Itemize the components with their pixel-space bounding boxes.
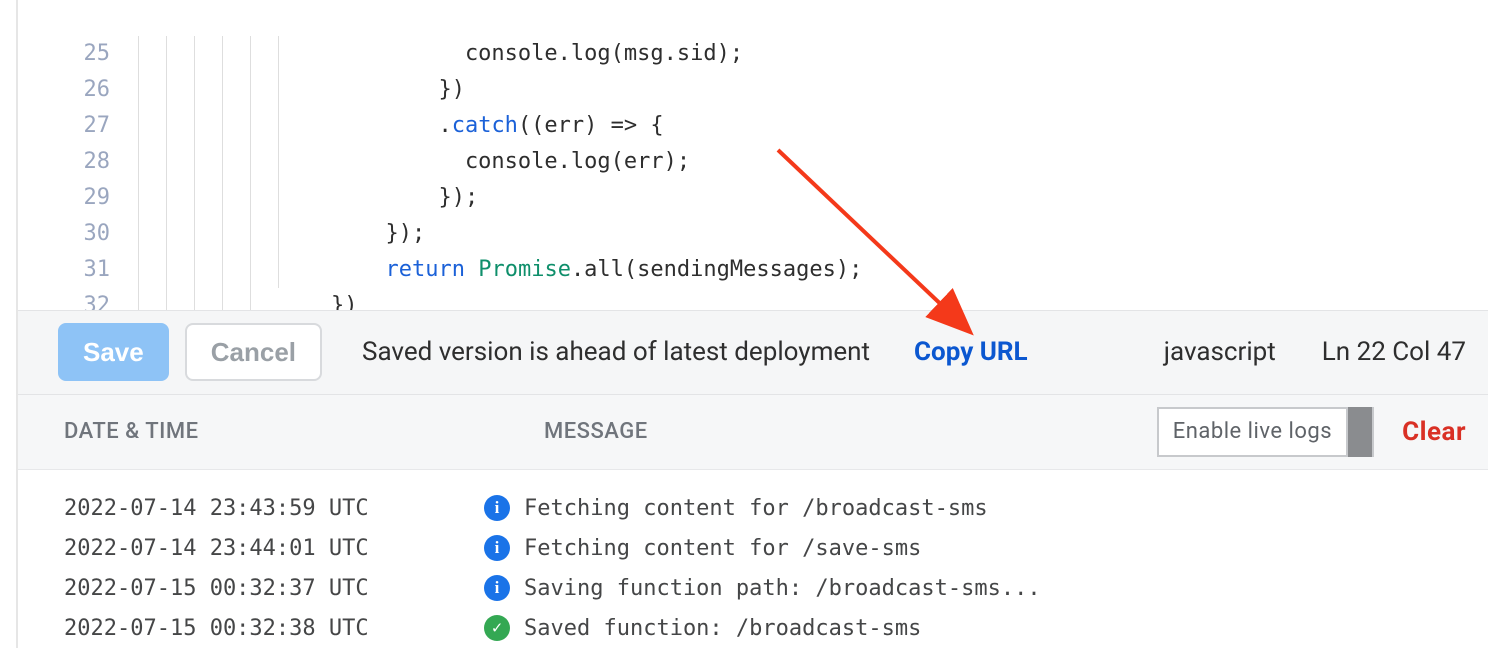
line-number: 27 (18, 108, 110, 144)
code-line[interactable]: }) (138, 72, 1488, 108)
code-line[interactable]: console.log(err); (138, 144, 1488, 180)
editor-toolbar: Save Cancel Saved version is ahead of la… (18, 310, 1488, 395)
code-line[interactable]: }); (138, 180, 1488, 216)
line-number: 26 (18, 72, 110, 108)
line-number: 29 (18, 180, 110, 216)
log-message: Saved function: /broadcast-sms (524, 616, 921, 641)
copy-url-link[interactable]: Copy URL (914, 337, 1028, 367)
info-circle-icon (484, 495, 510, 521)
log-timestamp: 2022-07-15 00:32:38 UTC (64, 616, 484, 641)
line-gutter: 242526272829303132 (18, 0, 138, 310)
line-number: 30 (18, 216, 110, 252)
log-message: Fetching content for /broadcast-sms (524, 496, 988, 521)
code-line[interactable]: }); (138, 216, 1488, 252)
code-line[interactable]: }) (138, 288, 1488, 310)
info-circle-icon (484, 575, 510, 601)
code-line[interactable]: .catch((err) => { (138, 108, 1488, 144)
line-number: 25 (18, 36, 110, 72)
line-number: 28 (18, 144, 110, 180)
deploy-status-text: Saved version is ahead of latest deploym… (362, 337, 870, 367)
log-timestamp: 2022-07-14 23:43:59 UTC (64, 496, 484, 521)
log-message: Fetching content for /save-sms (524, 536, 921, 561)
log-header-message: MESSAGE (544, 419, 1157, 444)
check-circle-icon (484, 615, 510, 641)
cursor-position: Ln 22 Col 47 (1322, 337, 1466, 367)
log-row: 2022-07-15 00:32:38 UTC Saved function: /… (64, 608, 1488, 648)
log-timestamp: 2022-07-15 00:32:37 UTC (64, 576, 484, 601)
log-list: 2022-07-14 23:43:59 UTC Fetching content … (18, 470, 1488, 648)
line-number: 31 (18, 252, 110, 288)
log-row: 2022-07-15 00:32:37 UTC Saving function p… (64, 568, 1488, 608)
cancel-button[interactable]: Cancel (185, 323, 322, 381)
log-header-datetime: DATE & TIME (64, 419, 544, 444)
info-circle-icon (484, 535, 510, 561)
code-line[interactable]: return Promise.all(sendingMessages); (138, 252, 1488, 288)
language-indicator: javascript (1164, 337, 1276, 367)
log-row: 2022-07-14 23:43:59 UTC Fetching content … (64, 488, 1488, 528)
save-button[interactable]: Save (58, 323, 169, 381)
code-area[interactable]: .then((msg) => { console.log(msg.sid); }… (138, 0, 1488, 310)
clear-logs-button[interactable]: Clear (1402, 417, 1466, 447)
line-number: 32 (18, 288, 110, 310)
log-timestamp: 2022-07-14 23:44:01 UTC (64, 536, 484, 561)
code-line[interactable]: console.log(msg.sid); (138, 36, 1488, 72)
log-message: Saving function path: /broadcast-sms... (524, 576, 1041, 601)
enable-live-logs-toggle[interactable]: Enable live logs (1157, 407, 1374, 457)
live-logs-label: Enable live logs (1159, 419, 1346, 444)
log-row: 2022-07-14 23:44:01 UTC Fetching content … (64, 528, 1488, 568)
log-header: DATE & TIME MESSAGE Enable live logs Cle… (18, 395, 1488, 470)
toggle-handle[interactable] (1346, 407, 1372, 457)
code-editor[interactable]: 242526272829303132 .then((msg) => { cons… (18, 0, 1488, 310)
